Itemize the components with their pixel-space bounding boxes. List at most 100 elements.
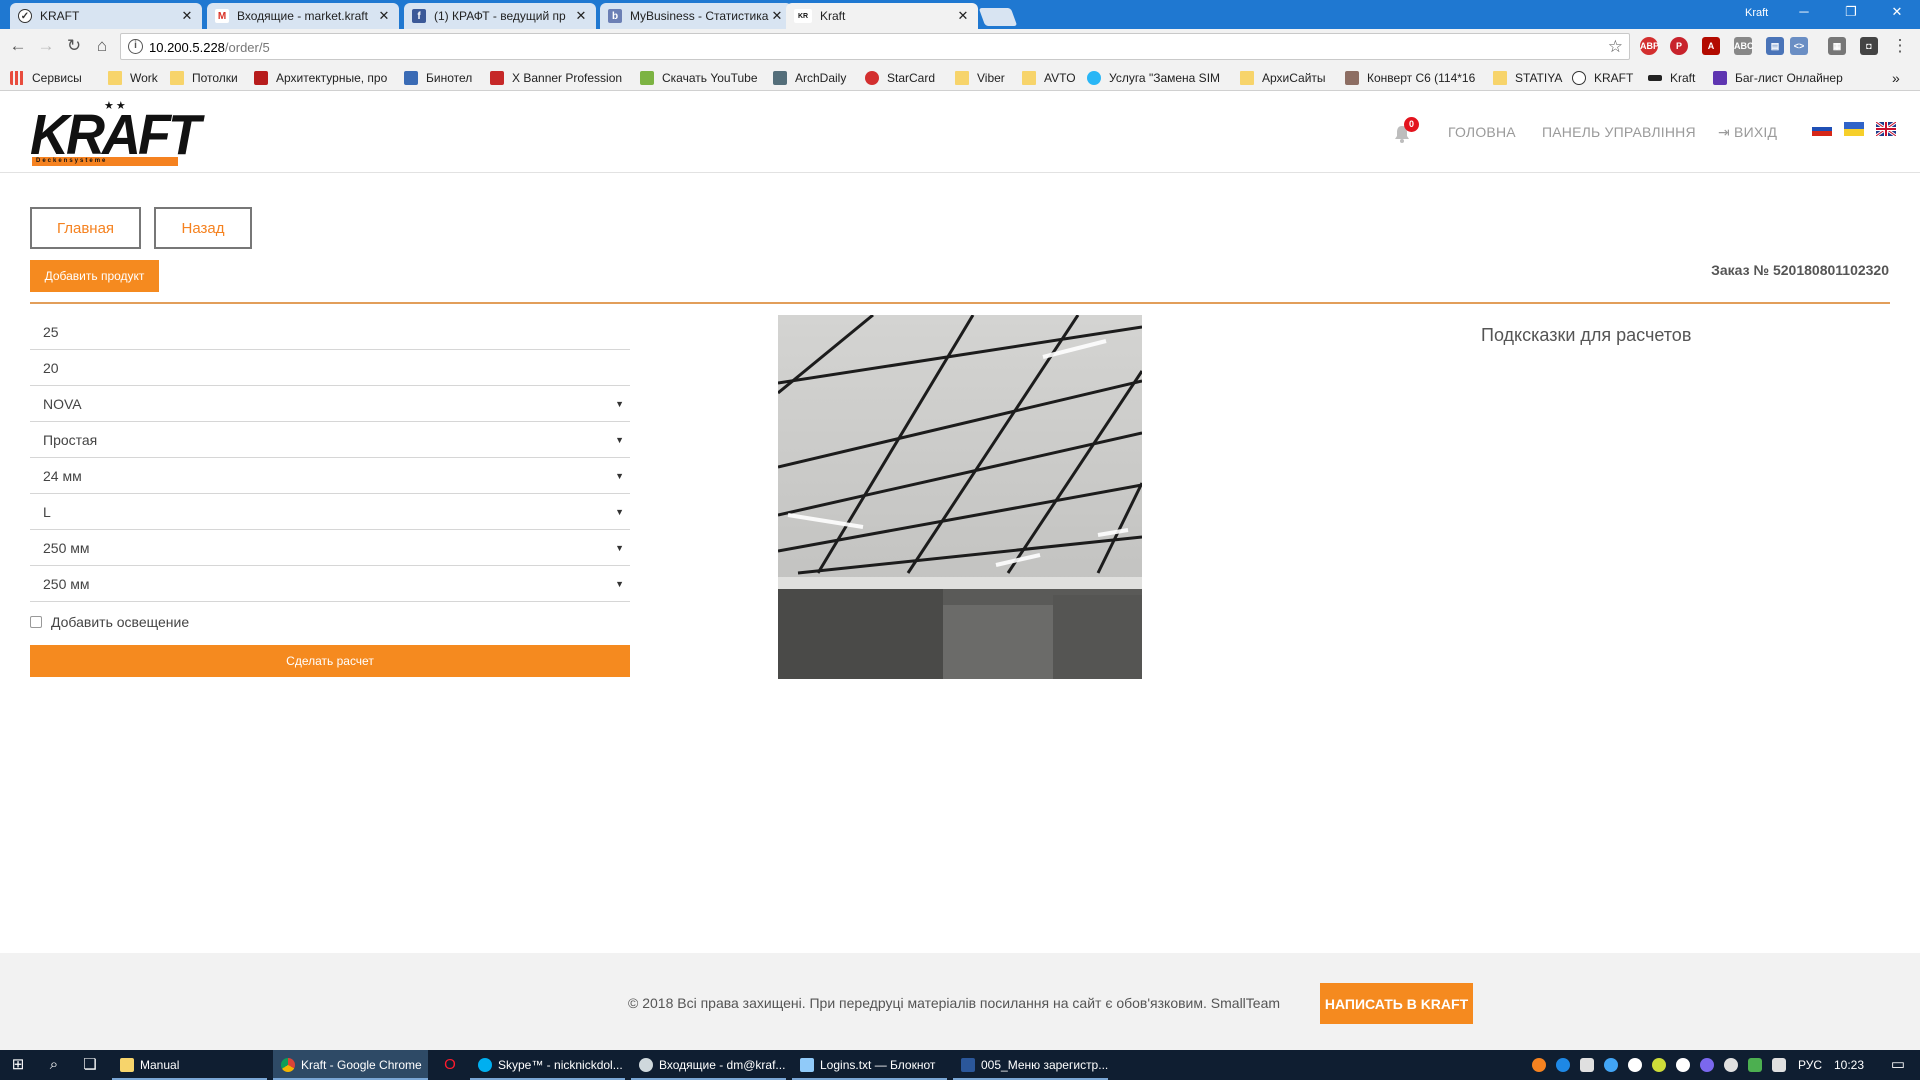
code-icon[interactable]: <> bbox=[1790, 37, 1808, 55]
close-icon[interactable]: ✕ bbox=[770, 8, 784, 24]
collection-select[interactable]: NOVA ▼ bbox=[30, 386, 630, 422]
tile-width-select[interactable]: 250 мм ▼ bbox=[30, 566, 630, 602]
bookmark-xbanner[interactable]: X Banner Profession bbox=[490, 69, 622, 86]
calculate-button[interactable]: Сделать расчет bbox=[30, 645, 630, 677]
bookmark-kraft-logo[interactable]: Kraft bbox=[1648, 69, 1695, 86]
reload-icon[interactable]: ↻ bbox=[64, 36, 84, 56]
nav-logout[interactable]: ⇥ ВИХІД bbox=[1718, 124, 1777, 141]
tray-app-icon[interactable] bbox=[1748, 1058, 1762, 1072]
bookmark-binotel[interactable]: Бинотел bbox=[404, 69, 472, 86]
profile-name[interactable]: Kraft bbox=[1745, 7, 1768, 19]
input-language[interactable]: РУС bbox=[1798, 1058, 1822, 1072]
type-select[interactable]: Простая ▼ bbox=[30, 422, 630, 458]
bookmark-viber[interactable]: Viber bbox=[955, 69, 1005, 86]
cloud-icon[interactable] bbox=[1580, 1058, 1594, 1072]
notification-center-icon[interactable]: ▭ bbox=[1890, 1057, 1906, 1073]
restore-icon[interactable]: ❐ bbox=[1836, 4, 1866, 24]
lighting-checkbox[interactable] bbox=[30, 616, 42, 628]
close-icon[interactable]: ✕ bbox=[180, 8, 194, 24]
pinterest-icon[interactable]: P bbox=[1670, 37, 1688, 55]
tray-app-icon[interactable] bbox=[1532, 1058, 1546, 1072]
bookmark-work[interactable]: Work bbox=[108, 69, 158, 86]
windows-start-icon[interactable]: ⊞ bbox=[10, 1057, 26, 1073]
kraft-logo[interactable]: ★★ KRAFT Deckensysteme bbox=[30, 100, 201, 167]
bookmark-label: Бинотел bbox=[426, 70, 473, 85]
bookmark-apps[interactable]: Сервисы bbox=[10, 69, 82, 86]
bookmark-star-icon[interactable]: ☆ bbox=[1608, 37, 1623, 57]
add-product-button[interactable]: Добавить продукт bbox=[30, 260, 159, 292]
tab-kraft[interactable]: ✓ KRAFT ✕ bbox=[10, 3, 202, 29]
task-view-icon[interactable]: ❏ bbox=[82, 1057, 98, 1073]
tray-app-icon[interactable] bbox=[1724, 1058, 1738, 1072]
close-icon[interactable]: ✕ bbox=[574, 8, 588, 24]
profile-width-select[interactable]: 24 мм ▼ bbox=[30, 458, 630, 494]
bookmark-avto[interactable]: AVTO bbox=[1022, 69, 1076, 86]
bookmark-buglist[interactable]: Баг-лист Онлайнер bbox=[1713, 69, 1843, 86]
tab-kraft-active[interactable]: KR Kraft ✕ bbox=[786, 3, 978, 29]
tab-facebook[interactable]: f (1) КРАФТ - ведущий пр ✕ bbox=[404, 3, 596, 29]
nav-home[interactable]: ГОЛОВНА bbox=[1448, 124, 1516, 140]
taskbar-app-manual[interactable]: Manual bbox=[112, 1050, 267, 1080]
forward-icon[interactable]: → bbox=[36, 36, 56, 56]
taskbar-app-notepad[interactable]: Logins.txt — Блокнот bbox=[792, 1050, 947, 1080]
tray-app-icon[interactable] bbox=[1604, 1058, 1618, 1072]
bookmark-label: Баг-лист Онлайнер bbox=[1735, 70, 1843, 85]
select-value: Простая bbox=[43, 431, 98, 448]
back-icon[interactable]: ← bbox=[8, 36, 28, 56]
flag-uk-icon[interactable] bbox=[1876, 122, 1896, 136]
bookmark-ceilings[interactable]: Потолки bbox=[170, 69, 238, 86]
search-icon[interactable]: ⌕ bbox=[46, 1057, 62, 1073]
extension-icon[interactable]: ▦ bbox=[1828, 37, 1846, 55]
main-page-button[interactable]: Главная bbox=[30, 207, 141, 249]
info-icon[interactable]: i bbox=[128, 39, 143, 54]
acrobat-icon[interactable]: A bbox=[1702, 37, 1720, 55]
back-button[interactable]: Назад bbox=[154, 207, 252, 249]
clock[interactable]: 10:23 bbox=[1834, 1058, 1864, 1072]
extension-icon[interactable]: ▤ bbox=[1766, 37, 1784, 55]
write-to-kraft-button[interactable]: НАПИСАТЬ В KRAFT bbox=[1320, 983, 1473, 1024]
nav-control-panel[interactable]: ПАНЕЛЬ УПРАВЛІННЯ bbox=[1542, 124, 1696, 140]
bookmark-starcard[interactable]: StarCard bbox=[865, 69, 935, 86]
dictionary-icon[interactable]: ABC bbox=[1734, 37, 1754, 55]
address-bar[interactable]: i 10.200.5.228/order/5 ☆ bbox=[120, 33, 1630, 60]
add-lighting-option[interactable]: Добавить освещение bbox=[30, 614, 189, 630]
info-icon[interactable] bbox=[1676, 1058, 1690, 1072]
tray-app-icon[interactable] bbox=[1556, 1058, 1570, 1072]
minimize-icon[interactable]: ─ bbox=[1789, 4, 1819, 24]
opera-icon[interactable]: O bbox=[442, 1057, 458, 1073]
flag-ua-icon[interactable] bbox=[1844, 122, 1864, 136]
bookmark-envelope[interactable]: Конверт С6 (114*16 bbox=[1345, 69, 1475, 86]
bookmark-archisites[interactable]: АрхиСайты bbox=[1240, 69, 1326, 86]
adblock-icon[interactable]: ABP bbox=[1640, 37, 1659, 55]
tab-mybusiness[interactable]: b MyBusiness - Статистика ✕ bbox=[600, 3, 792, 29]
viber-icon[interactable] bbox=[1700, 1058, 1714, 1072]
close-window-icon[interactable]: ✕ bbox=[1882, 4, 1912, 24]
profile-shape-select[interactable]: L ▼ bbox=[30, 494, 630, 530]
tab-gmail[interactable]: M Входящие - market.kraft ✕ bbox=[207, 3, 399, 29]
flag-ru-icon[interactable] bbox=[1812, 122, 1832, 136]
close-icon[interactable]: ✕ bbox=[956, 8, 970, 24]
menu-icon[interactable]: ⋮ bbox=[1890, 36, 1910, 56]
taskbar-app-chrome[interactable]: Kraft - Google Chrome bbox=[273, 1050, 428, 1080]
bookmark-architectural[interactable]: Архитектурные, про bbox=[254, 69, 387, 86]
taskbar-app-mail[interactable]: Входящие - dm@kraf... bbox=[631, 1050, 786, 1080]
taskbar-app-skype[interactable]: Skype™ - nicknickdol... bbox=[470, 1050, 625, 1080]
length-input[interactable]: 25 bbox=[30, 314, 630, 350]
close-icon[interactable]: ✕ bbox=[377, 8, 391, 24]
volume-icon[interactable] bbox=[1772, 1058, 1786, 1072]
tile-length-select[interactable]: 250 мм ▼ bbox=[30, 530, 630, 566]
tray-app-icon[interactable] bbox=[1628, 1058, 1642, 1072]
skype-icon bbox=[478, 1058, 492, 1072]
more-bookmarks-icon[interactable]: » bbox=[1892, 69, 1900, 86]
bookmark-sim-service[interactable]: Услуга "Замена SIM bbox=[1087, 69, 1220, 86]
taskbar-app-word[interactable]: 005_Меню зарегистр... bbox=[953, 1050, 1108, 1080]
bookmark-youtube-download[interactable]: Скачать YouTube bbox=[640, 69, 758, 86]
bookmark-kraft[interactable]: KRAFT bbox=[1572, 69, 1633, 86]
home-icon[interactable]: ⌂ bbox=[92, 36, 112, 56]
width-input[interactable]: 20 bbox=[30, 350, 630, 386]
shield-icon[interactable]: ◘ bbox=[1860, 37, 1878, 55]
new-tab-button[interactable] bbox=[978, 8, 1018, 26]
bookmark-archdaily[interactable]: ArchDaily bbox=[773, 69, 846, 86]
bookmark-statiya[interactable]: STATIYA bbox=[1493, 69, 1562, 86]
tray-app-icon[interactable] bbox=[1652, 1058, 1666, 1072]
